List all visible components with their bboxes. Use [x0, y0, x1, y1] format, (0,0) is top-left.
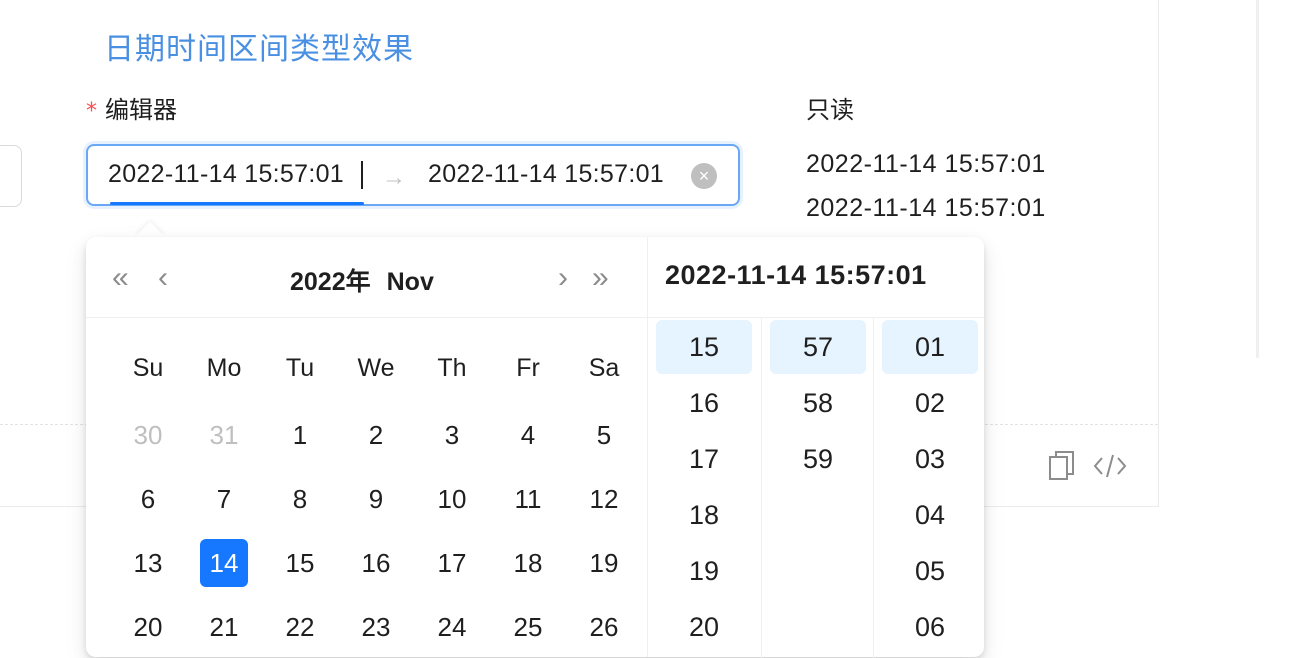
readonly-end-value: 2022-11-14 15:57:01 — [806, 194, 1046, 222]
calendar-day-cell[interactable]: 6 — [124, 475, 172, 523]
readonly-start-value: 2022-11-14 15:57:01 — [806, 150, 1046, 178]
calendar-day-cell[interactable]: 25 — [504, 603, 552, 651]
calendar-day-cell[interactable]: 21 — [200, 603, 248, 651]
weekday-label: Fr — [516, 354, 540, 382]
time-cell[interactable]: 57 — [770, 320, 866, 374]
readonly-label: 只读 — [806, 96, 854, 124]
calendar-day-cell[interactable]: 10 — [428, 475, 476, 523]
calendar-day-cell[interactable]: 31 — [200, 411, 248, 459]
time-cell[interactable]: 05 — [882, 544, 978, 598]
calendar-day-cell[interactable]: 24 — [428, 603, 476, 651]
active-input-indicator — [110, 202, 364, 205]
adjacent-input[interactable] — [0, 145, 22, 207]
calendar-day-cell[interactable]: 2 — [352, 411, 400, 459]
close-circle-icon[interactable]: × — [691, 163, 717, 189]
time-cell[interactable]: 18 — [656, 488, 752, 542]
editor-label-text: 编辑器 — [105, 96, 177, 124]
weekday-label: Mo — [206, 354, 242, 382]
calendar-day-cell[interactable]: 1 — [276, 411, 324, 459]
calendar-day-cell[interactable]: 26 — [580, 603, 628, 651]
time-cell[interactable]: 06 — [882, 600, 978, 654]
calendar-day-cell[interactable]: 8 — [276, 475, 324, 523]
time-cell[interactable]: 17 — [656, 432, 752, 486]
calendar-day-cell[interactable]: 30 — [124, 411, 172, 459]
calendar-day-cell[interactable]: 23 — [352, 603, 400, 651]
calendar-day-cell[interactable]: 9 — [352, 475, 400, 523]
range-end-input[interactable]: 2022-11-14 15:57:01 — [428, 160, 664, 189]
super-next-year-icon[interactable]: » — [592, 258, 609, 298]
time-cell[interactable]: 16 — [656, 376, 752, 430]
calendar-day-cell[interactable]: 19 — [580, 539, 628, 587]
hour-minute-divider — [761, 318, 762, 658]
month-button[interactable]: Nov — [387, 268, 434, 296]
card-border — [1158, 0, 1159, 507]
code-icon[interactable] — [1092, 450, 1128, 482]
date-time-divider — [647, 237, 648, 657]
super-prev-year-icon[interactable]: « — [112, 258, 129, 298]
time-cell[interactable]: 20 — [656, 600, 752, 654]
calendar-day-cell[interactable]: 14 — [200, 539, 248, 587]
next-month-icon[interactable]: › — [558, 258, 568, 298]
editor-label: * 编辑器 — [86, 90, 177, 125]
range-separator-icon: → — [382, 164, 406, 191]
calendar-day-cell[interactable]: 22 — [276, 603, 324, 651]
time-cell[interactable]: 58 — [770, 376, 866, 430]
prev-month-icon[interactable]: ‹ — [158, 258, 168, 298]
required-mark: * — [86, 99, 97, 124]
range-start-input[interactable]: 2022-11-14 15:57:01 — [108, 160, 344, 189]
weekday-label: Su — [132, 354, 164, 382]
calendar-day-cell[interactable]: 3 — [428, 411, 476, 459]
calendar-day-cell[interactable]: 11 — [504, 475, 552, 523]
time-cell[interactable]: 59 — [770, 432, 866, 486]
time-cell[interactable]: 04 — [882, 488, 978, 542]
calendar-day-cell[interactable]: 15 — [276, 539, 324, 587]
time-cell[interactable]: 15 — [656, 320, 752, 374]
weekday-label: Tu — [285, 354, 315, 382]
year-button[interactable]: 2022年 — [290, 268, 371, 296]
calendar-day-cell[interactable]: 18 — [504, 539, 552, 587]
weekday-label: Th — [437, 354, 467, 382]
header-divider — [86, 317, 984, 318]
section-title: 日期时间区间类型效果 — [104, 32, 414, 67]
minute-second-divider — [873, 318, 874, 658]
weekday-label: We — [357, 354, 395, 382]
calendar-day-cell[interactable]: 16 — [352, 539, 400, 587]
time-panel-header: 2022-11-14 15:57:01 — [665, 260, 927, 290]
calendar-day-cell[interactable]: 13 — [124, 539, 172, 587]
page-scrollbar[interactable] — [1256, 0, 1259, 358]
calendar-header-title: 2022年 Nov — [290, 262, 450, 298]
weekday-label: Sa — [588, 354, 620, 382]
calendar-day-cell[interactable]: 7 — [200, 475, 248, 523]
time-cell[interactable]: 19 — [656, 544, 752, 598]
calendar-day-cell[interactable]: 17 — [428, 539, 476, 587]
copy-icon[interactable] — [1048, 450, 1076, 482]
text-caret — [361, 161, 363, 189]
calendar-day-cell[interactable]: 20 — [124, 603, 172, 651]
time-cell[interactable]: 01 — [882, 320, 978, 374]
time-cell[interactable]: 02 — [882, 376, 978, 430]
calendar-day-cell[interactable]: 5 — [580, 411, 628, 459]
calendar-day-cell[interactable]: 4 — [504, 411, 552, 459]
calendar-day-cell[interactable]: 12 — [580, 475, 628, 523]
time-cell[interactable]: 03 — [882, 432, 978, 486]
